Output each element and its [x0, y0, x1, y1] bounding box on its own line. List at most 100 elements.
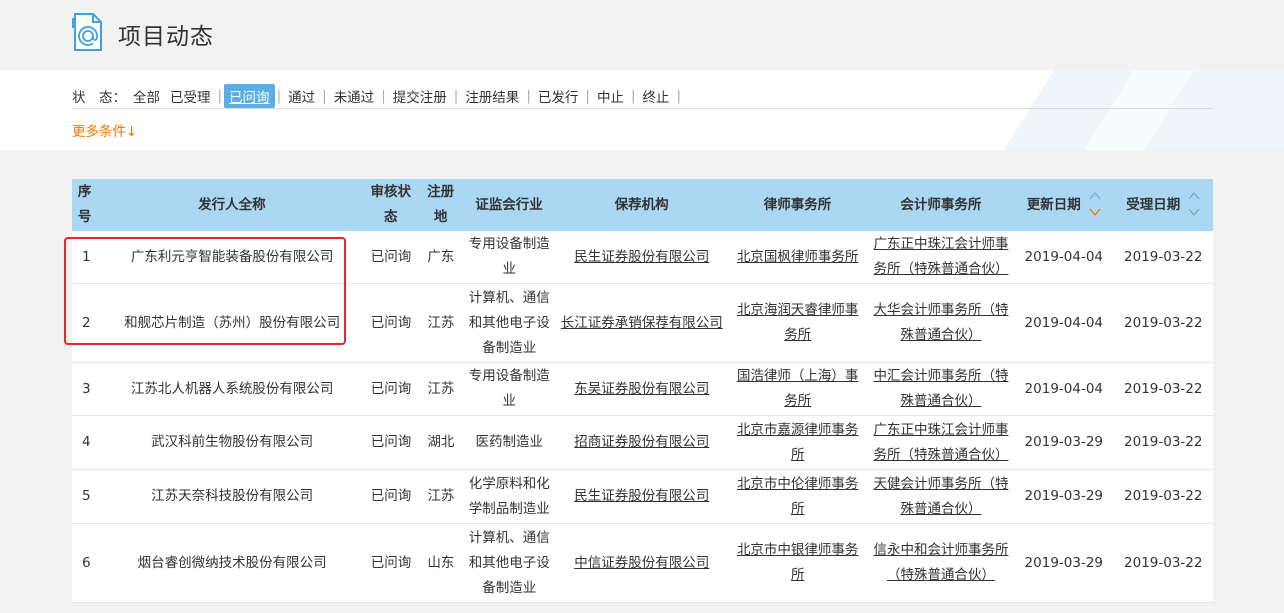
- accept-date-text: 2019-03-22: [1124, 434, 1203, 450]
- cell-industry: 专用设备制造业: [462, 231, 556, 283]
- cell-industry: 医药制造业: [462, 416, 556, 469]
- industry-text: 专用设备制造业: [468, 368, 550, 409]
- cell-sponsor: 民生证券股份有限公司: [556, 231, 727, 283]
- sponsor-link[interactable]: 长江证券承销保荐有限公司: [561, 311, 723, 336]
- accounting-firm-link[interactable]: 大华会计师事务所（特殊普通合伙）: [872, 298, 1010, 348]
- status-filter-0[interactable]: 全部: [128, 84, 165, 108]
- status-filter-7[interactable]: 已发行: [533, 84, 584, 108]
- cell-accept-date: 2019-03-22: [1114, 470, 1213, 523]
- law-firm-link[interactable]: 国浩律师（上海）事务所: [732, 364, 864, 414]
- industry-text: 计算机、通信和其他电子设备制造业: [468, 289, 550, 356]
- cell-status: 已问询: [363, 470, 420, 523]
- place-text: 山东: [427, 554, 455, 571]
- status-label: 状 态：: [72, 90, 126, 106]
- cell-industry: 专用设备制造业: [462, 363, 556, 415]
- update-date-text: 2019-04-04: [1024, 314, 1104, 331]
- index-text: 2: [82, 314, 91, 331]
- sort-down-icon[interactable]: [1188, 206, 1200, 218]
- cell-accept-date: 2019-03-22: [1114, 416, 1213, 469]
- law-firm-link[interactable]: 北京国枫律师事务所: [737, 245, 859, 270]
- sort-up-icon[interactable]: [1089, 190, 1101, 202]
- status-filter-6[interactable]: 注册结果: [460, 84, 524, 108]
- cell-place: 江苏: [419, 284, 462, 362]
- col-header-law-firm: 律师事务所: [763, 196, 832, 213]
- cell-law-firm: 北京海润天睿律师事务所: [728, 284, 868, 362]
- accounting-firm-link[interactable]: 广东正中珠江会计师事务所（特殊普通合伙）: [872, 418, 1010, 468]
- cell-accounting-firm: 中汇会计师事务所（特殊普通合伙）: [868, 363, 1014, 415]
- table-row: 1 广东利元亨智能装备股份有限公司 已问询 广东 专用设备制造业 民生证券股份有限公司 北京…: [72, 231, 1213, 284]
- status-filter-1[interactable]: 已受理: [165, 84, 216, 108]
- cell-law-firm: 北京市中银律师事务所: [728, 524, 868, 602]
- cell-update-date: 2019-03-29: [1014, 524, 1113, 602]
- sort-down-icon[interactable]: [1089, 206, 1101, 218]
- cell-place: 江苏: [419, 363, 462, 415]
- status-separator: |: [217, 88, 223, 104]
- status-filter-4[interactable]: 未通过: [329, 84, 380, 108]
- cell-index: 3: [72, 363, 102, 415]
- issuer-text: 江苏天奈科技股份有限公司: [151, 488, 314, 504]
- status-text: 已问询: [370, 554, 412, 571]
- status-separator: |: [276, 88, 282, 104]
- table-row: 2 和舰芯片制造（苏州）股份有限公司 已问询 江苏 计算机、通信和其他电子设备制造业 长江…: [72, 284, 1213, 363]
- accounting-firm-link[interactable]: 天健会计师事务所（特殊普通合伙）: [872, 472, 1010, 522]
- filter-panel: 状 态： 全部 已受理 | 已问询 | 通过 | 未通过 | 提交注册 | 注册结果 | 已发行 | 中止 | 终…: [0, 70, 1284, 150]
- accounting-firm-link[interactable]: 信永中和会计师事务所（特殊普通合伙）: [872, 538, 1010, 588]
- col-header-place: 注册地: [427, 184, 455, 225]
- place-text: 江苏: [427, 380, 455, 397]
- law-firm-link[interactable]: 北京市嘉源律师事务所: [732, 418, 864, 468]
- place-text: 江苏: [427, 314, 455, 331]
- cell-update-date: 2019-04-04: [1014, 284, 1113, 362]
- cell-accounting-firm: 天健会计师事务所（特殊普通合伙）: [868, 470, 1014, 523]
- accounting-firm-link[interactable]: 中汇会计师事务所（特殊普通合伙）: [872, 364, 1010, 414]
- table-body: 1 广东利元亨智能装备股份有限公司 已问询 广东 专用设备制造业 民生证券股份有限公司 北京…: [72, 231, 1213, 603]
- index-text: 4: [82, 434, 91, 450]
- status-filter-9[interactable]: 终止: [638, 84, 675, 108]
- status-filter-3[interactable]: 通过: [283, 84, 320, 108]
- issuer-text: 烟台睿创微纳技术股份有限公司: [137, 554, 327, 571]
- page-header: 项目动态: [0, 0, 1284, 70]
- status-text: 已问询: [370, 248, 412, 265]
- status-separator: |: [453, 88, 459, 104]
- law-firm-link[interactable]: 北京海润天睿律师事务所: [732, 298, 864, 348]
- more-conditions-link[interactable]: 更多条件↓: [72, 120, 137, 140]
- update-date-text: 2019-04-04: [1024, 380, 1104, 397]
- issuer-text: 广东利元亨智能装备股份有限公司: [130, 248, 334, 265]
- cell-status: 已问询: [363, 524, 420, 602]
- cell-sponsor: 中信证券股份有限公司: [556, 524, 727, 602]
- status-filter-2[interactable]: 已问询: [224, 84, 275, 108]
- law-firm-link[interactable]: 北京市中伦律师事务所: [732, 472, 864, 522]
- col-header-issuer: 发行人全称: [198, 196, 266, 213]
- place-text: 江苏: [427, 488, 455, 504]
- cell-accept-date: 2019-03-22: [1114, 524, 1213, 602]
- sponsor-link[interactable]: 民生证券股份有限公司: [574, 484, 709, 509]
- cell-update-date: 2019-03-29: [1014, 416, 1113, 469]
- status-text: 已问询: [370, 488, 412, 504]
- index-text: 1: [82, 248, 91, 265]
- status-filter-row: 状 态： 全部 已受理 | 已问询 | 通过 | 未通过 | 提交注册 | 注册结果 | 已发行 | 中止 | 终…: [72, 84, 683, 108]
- sort-up-icon[interactable]: [1188, 190, 1200, 202]
- cell-law-firm: 北京市嘉源律师事务所: [728, 416, 868, 469]
- sponsor-link[interactable]: 民生证券股份有限公司: [574, 245, 709, 270]
- sponsor-link[interactable]: 东吴证券股份有限公司: [574, 377, 709, 402]
- sponsor-link[interactable]: 中信证券股份有限公司: [574, 551, 709, 576]
- col-header-industry: 证监会行业: [475, 196, 543, 213]
- status-text: 已问询: [370, 434, 412, 450]
- update-date-text: 2019-03-29: [1024, 554, 1104, 571]
- issuer-text: 和舰芯片制造（苏州）股份有限公司: [124, 314, 341, 331]
- accept-date-sort[interactable]: [1188, 190, 1200, 220]
- update-date-sort[interactable]: [1089, 190, 1101, 220]
- accept-date-text: 2019-03-22: [1124, 554, 1203, 571]
- col-header-accounting-firm: 会计师事务所: [900, 196, 982, 213]
- status-filter-5[interactable]: 提交注册: [388, 84, 452, 108]
- cell-issuer: 广东利元亨智能装备股份有限公司: [102, 231, 363, 283]
- status-separator: |: [630, 88, 636, 104]
- col-header-status: 审核状态: [370, 184, 412, 225]
- cell-accounting-firm: 广东正中珠江会计师事务所（特殊普通合伙）: [868, 416, 1014, 469]
- cell-law-firm: 国浩律师（上海）事务所: [728, 363, 868, 415]
- law-firm-link[interactable]: 北京市中银律师事务所: [732, 538, 864, 588]
- cell-status: 已问询: [363, 284, 420, 362]
- accounting-firm-link[interactable]: 广东正中珠江会计师事务所（特殊普通合伙）: [872, 232, 1010, 282]
- status-filter-8[interactable]: 中止: [592, 84, 629, 108]
- cell-place: 湖北: [419, 416, 462, 469]
- sponsor-link[interactable]: 招商证券股份有限公司: [574, 430, 709, 455]
